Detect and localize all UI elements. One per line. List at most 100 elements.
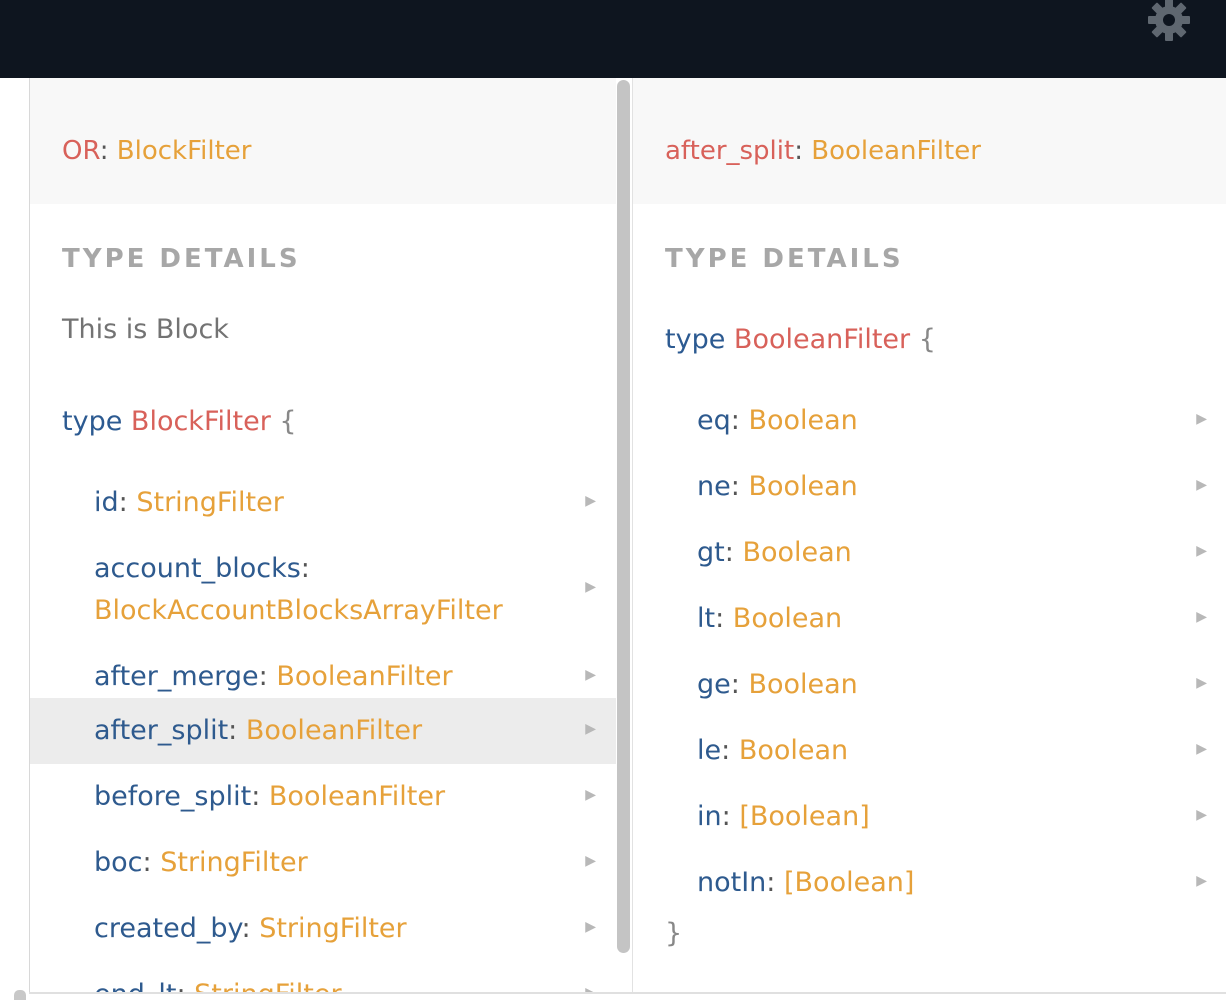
- title-colon: :: [794, 136, 803, 166]
- field-colon: :: [730, 669, 740, 700]
- field-name[interactable]: gt: [697, 537, 725, 568]
- expand-arrow-icon[interactable]: ▶: [1196, 807, 1207, 823]
- expand-arrow-icon[interactable]: ▶: [1196, 675, 1207, 691]
- expand-arrow-icon[interactable]: ▶: [1196, 543, 1207, 559]
- field-type[interactable]: [Boolean]: [784, 867, 914, 898]
- type-declaration: type BooleanFilter {: [665, 324, 936, 355]
- field-type[interactable]: [Boolean]: [739, 801, 869, 832]
- field-name[interactable]: notIn: [697, 867, 766, 898]
- field-type[interactable]: BooleanFilter: [269, 781, 445, 812]
- field-row[interactable]: end_lt: StringFilter ▶: [30, 962, 616, 994]
- field-row[interactable]: gt: Boolean ▶: [633, 520, 1226, 586]
- field-row[interactable]: account_blocks: BlockAccountBlocksArrayF…: [30, 536, 616, 644]
- field-name[interactable]: le: [697, 735, 721, 766]
- open-brace: {: [279, 406, 297, 437]
- field-type[interactable]: StringFilter: [136, 487, 283, 518]
- type-declaration: type BlockFilter {: [62, 406, 297, 437]
- expand-arrow-icon[interactable]: ▶: [585, 853, 596, 869]
- section-label: TYPE DETAILS: [62, 244, 301, 274]
- field-type[interactable]: BlockAccountBlocksArrayFilter: [94, 595, 503, 626]
- title-colon: :: [99, 136, 109, 166]
- panel-title-type[interactable]: BooleanFilter: [811, 136, 981, 166]
- field-type[interactable]: BooleanFilter: [246, 715, 422, 746]
- expand-arrow-icon[interactable]: ▶: [1196, 411, 1207, 427]
- field-name[interactable]: ne: [697, 471, 731, 502]
- field-type[interactable]: Boolean: [748, 669, 857, 700]
- type-panel-blockfilter: OR: BlockFilter TYPE DETAILS This is Blo…: [30, 78, 616, 994]
- type-panel-booleanfilter: after_split: BooleanFilter TYPE DETAILS …: [632, 78, 1226, 994]
- field-name[interactable]: before_split: [94, 781, 251, 812]
- panel-title-field[interactable]: OR: [62, 136, 100, 166]
- expand-arrow-icon[interactable]: ▶: [585, 721, 596, 737]
- field-colon: :: [721, 735, 731, 766]
- scrollbar-thumb[interactable]: [617, 80, 630, 953]
- expand-arrow-icon[interactable]: ▶: [585, 667, 596, 683]
- type-name: BooleanFilter: [733, 324, 911, 355]
- field-name[interactable]: ge: [697, 669, 731, 700]
- gear-icon[interactable]: [1145, 0, 1193, 44]
- panel-title: OR: BlockFilter: [62, 136, 251, 166]
- field-type[interactable]: Boolean: [733, 603, 842, 634]
- type-keyword: type: [62, 406, 123, 437]
- field-name[interactable]: lt: [697, 603, 715, 634]
- field-row-selected[interactable]: after_split: BooleanFilter ▶: [30, 698, 616, 764]
- field-name[interactable]: id: [94, 487, 119, 518]
- field-type[interactable]: StringFilter: [160, 847, 307, 878]
- panel-title-field[interactable]: after_split: [665, 136, 794, 166]
- panel-title: after_split: BooleanFilter: [665, 136, 981, 166]
- field-colon: :: [724, 537, 734, 568]
- section-label: TYPE DETAILS: [665, 244, 904, 274]
- field-row[interactable]: before_split: BooleanFilter ▶: [30, 764, 616, 830]
- field-row[interactable]: lt: Boolean ▶: [633, 586, 1226, 652]
- field-type[interactable]: StringFilter: [259, 913, 406, 944]
- field-name[interactable]: after_split: [94, 715, 228, 746]
- field-row[interactable]: ne: Boolean ▶: [633, 454, 1226, 520]
- expand-arrow-icon[interactable]: ▶: [1196, 741, 1207, 757]
- resize-handle[interactable]: [14, 990, 26, 1000]
- field-type[interactable]: Boolean: [742, 537, 851, 568]
- panel-header: OR: BlockFilter: [30, 78, 616, 204]
- expand-arrow-icon[interactable]: ▶: [1196, 609, 1207, 625]
- expand-arrow-icon[interactable]: ▶: [585, 493, 596, 509]
- field-row[interactable]: in: [Boolean] ▶: [633, 784, 1226, 850]
- top-bar: [0, 0, 1226, 78]
- panel-header: after_split: BooleanFilter: [633, 78, 1226, 204]
- field-name[interactable]: after_merge: [94, 661, 259, 692]
- field-name[interactable]: in: [697, 801, 722, 832]
- expand-arrow-icon[interactable]: ▶: [585, 919, 596, 935]
- field-type[interactable]: Boolean: [739, 735, 848, 766]
- field-colon: :: [118, 487, 128, 518]
- close-brace: }: [665, 918, 683, 949]
- field-row[interactable]: created_by: StringFilter ▶: [30, 896, 616, 962]
- type-name: BlockFilter: [130, 406, 271, 437]
- field-row[interactable]: eq: Boolean ▶: [633, 388, 1226, 454]
- field-type[interactable]: BooleanFilter: [276, 661, 452, 692]
- field-type[interactable]: Boolean: [748, 405, 857, 436]
- field-colon: :: [730, 471, 740, 502]
- field-colon: :: [730, 405, 740, 436]
- field-name[interactable]: account_blocks: [94, 553, 301, 584]
- field-row[interactable]: le: Boolean ▶: [633, 718, 1226, 784]
- type-description: This is Block: [62, 314, 229, 345]
- field-colon: :: [142, 847, 152, 878]
- field-colon: :: [721, 801, 731, 832]
- panel-title-type[interactable]: BlockFilter: [117, 136, 252, 166]
- field-row[interactable]: boc: StringFilter ▶: [30, 830, 616, 896]
- field-colon: :: [766, 867, 776, 898]
- field-row[interactable]: id: StringFilter ▶: [30, 470, 616, 536]
- field-name[interactable]: eq: [697, 405, 731, 436]
- field-row[interactable]: notIn: [Boolean] ▶: [633, 850, 1226, 916]
- expand-arrow-icon[interactable]: ▶: [585, 579, 596, 595]
- field-colon: :: [228, 715, 238, 746]
- field-row[interactable]: ge: Boolean ▶: [633, 652, 1226, 718]
- expand-arrow-icon[interactable]: ▶: [1196, 873, 1207, 889]
- field-name[interactable]: boc: [94, 847, 143, 878]
- expand-arrow-icon[interactable]: ▶: [585, 787, 596, 803]
- expand-arrow-icon[interactable]: ▶: [1196, 477, 1207, 493]
- field-type[interactable]: Boolean: [748, 471, 857, 502]
- field-name[interactable]: created_by: [94, 913, 242, 944]
- field-colon: :: [258, 661, 268, 692]
- open-brace: {: [918, 324, 936, 355]
- doc-explorer-edge: [0, 78, 30, 1000]
- type-keyword: type: [665, 324, 726, 355]
